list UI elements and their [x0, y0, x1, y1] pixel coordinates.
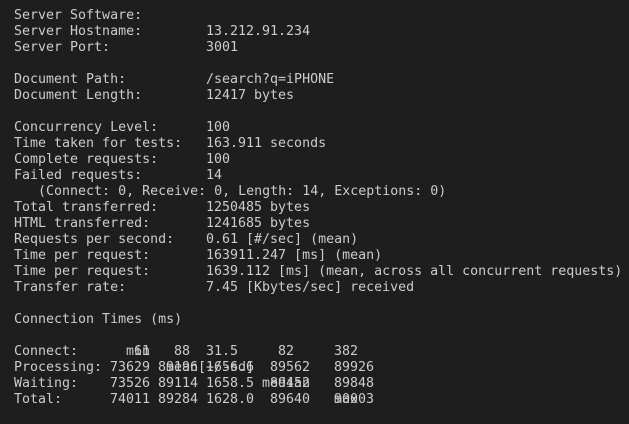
cell-mean: 89284: [158, 392, 199, 407]
connection-times-row: Processing: 73629 89196 1656.6 89562 89926: [14, 360, 614, 376]
value: 12417 bytes: [206, 88, 295, 103]
cell-mean: 89196: [158, 360, 199, 375]
label: HTML transferred:: [14, 216, 151, 231]
value: 3001: [206, 40, 239, 55]
label: Total transferred:: [14, 200, 159, 215]
label: Time per request:: [14, 264, 151, 279]
value: 0.61 [#/sec] (mean): [206, 232, 359, 247]
value: 1639.112 [ms] (mean, across all concurre…: [206, 264, 623, 279]
value: 100: [206, 152, 231, 167]
cell-max: 90003: [334, 392, 375, 407]
cell-median: 89452: [270, 376, 311, 391]
value: 1241685 bytes: [206, 216, 311, 231]
cell-sd: 1628.0: [206, 392, 255, 407]
row-label: Waiting:: [14, 376, 79, 391]
value: 7.45 [Kbytes/sec] received: [206, 280, 415, 295]
label: Failed requests:: [14, 168, 143, 183]
connection-times-row: Waiting: 73526 89114 1658.5 89452 89848: [14, 376, 614, 392]
cell-median: 82: [278, 344, 295, 359]
value: 100: [206, 120, 231, 135]
cell-min: 74011: [110, 392, 151, 407]
label: Concurrency Level:: [14, 120, 159, 135]
cell-min: 73629: [110, 360, 151, 375]
cell-sd: 31.5: [206, 344, 239, 359]
cell-sd: 1656.6: [206, 360, 255, 375]
value: 163911.247 [ms] (mean): [206, 248, 383, 263]
cell-mean: 88: [174, 344, 191, 359]
label: Document Length:: [14, 88, 143, 103]
terminal-output: Server Software: Server Hostname: 13.212.…: [0, 0, 629, 418]
value: 1250485 bytes: [206, 200, 311, 215]
label: Requests per second:: [14, 232, 175, 247]
connection-times-header: min mean[+/-sd] median max: [14, 328, 614, 407]
connection-times-row: Total: 74011 89284 1628.0 89640 90003: [14, 392, 614, 408]
failed-detail-line: (Connect: 0, Receive: 0, Length: 14, Exc…: [14, 184, 447, 199]
value: 14: [206, 168, 223, 183]
value: 13.212.91.234: [206, 24, 311, 39]
value: /search?q=iPHONE: [206, 72, 335, 87]
label: Server Port:: [14, 40, 111, 55]
label: Time per request:: [14, 248, 151, 263]
label: Time taken for tests:: [14, 136, 183, 151]
label: Document Path:: [14, 72, 127, 87]
label: Server Software:: [14, 8, 143, 23]
row-label: Connect:: [14, 344, 79, 359]
cell-median: 89562: [270, 360, 311, 375]
cell-max: 89926: [334, 360, 375, 375]
row-label: Total:: [14, 392, 63, 407]
cell-max: 382: [334, 344, 359, 359]
cell-median: 89640: [270, 392, 311, 407]
label: Transfer rate:: [14, 280, 127, 295]
cell-min: 61: [134, 344, 151, 359]
cell-max: 89848: [334, 376, 375, 391]
cell-mean: 89114: [158, 376, 199, 391]
row-label: Processing:: [14, 360, 103, 375]
cell-min: 73526: [110, 376, 151, 391]
label: Server Hostname:: [14, 24, 143, 39]
label: Complete requests:: [14, 152, 159, 167]
value: 163.911 seconds: [206, 136, 327, 151]
cell-sd: 1658.5: [206, 376, 255, 391]
connection-times-title: Connection Times (ms): [14, 312, 183, 327]
connection-times-row: Connect: 61 88 31.5 82 382: [14, 344, 614, 360]
